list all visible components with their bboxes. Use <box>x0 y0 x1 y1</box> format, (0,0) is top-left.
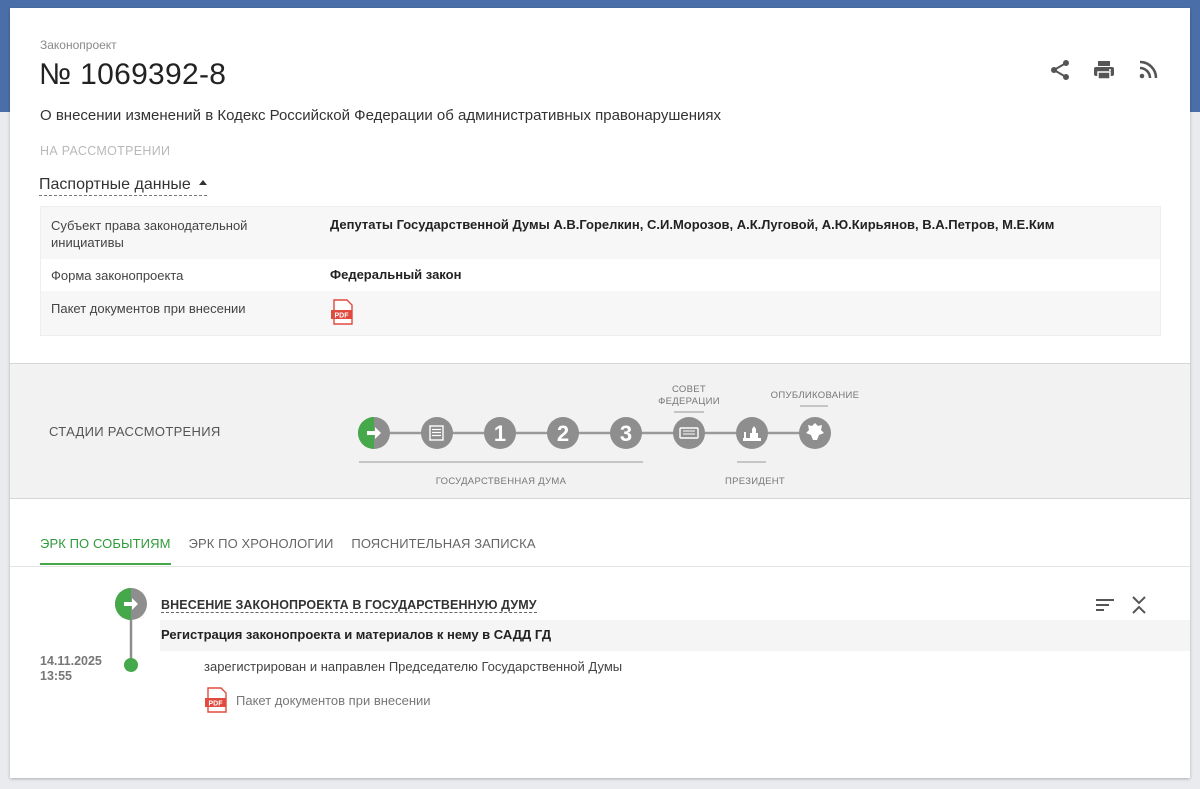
pdf-icon[interactable]: PDF <box>330 299 356 325</box>
stage-first-reading[interactable]: 1 <box>484 417 516 449</box>
svg-text:1: 1 <box>494 421 506 446</box>
event-doc-link[interactable]: PDF Пакет документов при внесении <box>204 687 431 713</box>
caret-up-icon <box>198 180 207 186</box>
passport-row-form: Форма законопроекта Федеральный закон <box>41 259 1160 291</box>
stages-panel: СТАДИИ РАССМОТРЕНИЯ 1 2 3 ГОСУДАРСТВЕННА… <box>10 363 1190 499</box>
tabs-divider <box>10 566 1190 567</box>
event-dot <box>124 658 138 672</box>
share-icon[interactable] <box>1048 58 1072 82</box>
bill-card: Законопроект № 1069392-8 О внесении изме… <box>10 8 1190 778</box>
event-text: зарегистрирован и направлен Председателю… <box>204 659 623 674</box>
stage-second-reading[interactable]: 2 <box>547 417 579 449</box>
president-label: ПРЕЗИДЕНТ <box>725 476 785 487</box>
event-tools <box>1094 594 1150 616</box>
publish-label: ОПУБЛИКОВАНИЕ <box>771 390 860 401</box>
event-time: 13:55 <box>40 669 72 683</box>
stage-federation-council[interactable] <box>673 417 705 449</box>
event-datetime: 14.11.2025 13:55 <box>40 654 102 684</box>
stage-president[interactable] <box>736 417 768 449</box>
bill-number: № 1069392-8 <box>39 58 227 91</box>
collapse-icon[interactable] <box>1128 594 1150 616</box>
event-doc-label: Пакет документов при внесении <box>236 692 431 708</box>
event-subtitle: Регистрация законопроекта и материалов к… <box>161 627 552 642</box>
sovfed-label-line2: ФЕДЕРАЦИИ <box>658 396 720 407</box>
stage-publication[interactable] <box>799 417 831 449</box>
svg-text:2: 2 <box>557 421 569 446</box>
passport-table: Субъект права законодательной инициативы… <box>40 206 1161 336</box>
tab-events[interactable]: ЭРК ПО СОБЫТИЯМ <box>40 536 171 565</box>
passport-row-subject: Субъект права законодательной инициативы… <box>41 207 1160 259</box>
passport-value: Федеральный закон <box>330 267 462 282</box>
stage-third-reading[interactable]: 3 <box>610 417 642 449</box>
bill-status: НА РАССМОТРЕНИИ <box>40 144 171 158</box>
passport-toggle-label: Паспортные данные <box>39 176 191 193</box>
tabs-bar: ЭРК ПО СОБЫТИЯМ ЭРК ПО ХРОНОЛОГИИ ПОЯСНИ… <box>40 536 554 565</box>
stages-diagram: 1 2 3 ГОСУДАРСТВЕННАЯ ДУМА СОВЕТ ФЕДЕРАЦ… <box>358 384 860 487</box>
passport-key: Пакет документов при внесении <box>51 301 246 316</box>
sovfed-label-line1: СОВЕТ <box>672 384 706 395</box>
passport-value: Депутаты Государственной Думы А.В.Горелк… <box>330 217 1055 232</box>
tab-chronology[interactable]: ЭРК ПО ХРОНОЛОГИИ <box>189 536 334 565</box>
bill-toolbar <box>1048 58 1160 82</box>
passport-row-docs: Пакет документов при внесении PDF <box>41 291 1160 335</box>
bill-label: Законопроект <box>40 38 117 52</box>
print-icon[interactable] <box>1092 58 1116 82</box>
passport-key: Субъект права законодательной инициативы <box>51 218 248 250</box>
event-timeline <box>115 588 147 672</box>
bill-title: О внесении изменений в Кодекс Российской… <box>40 107 722 124</box>
event-title[interactable]: ВНЕСЕНИЕ ЗАКОНОПРОЕКТА В ГОСУДАРСТВЕННУЮ… <box>161 598 537 613</box>
group-duma-label: ГОСУДАРСТВЕННАЯ ДУМА <box>436 476 567 487</box>
svg-text:3: 3 <box>620 421 632 446</box>
stage-introduced[interactable] <box>358 417 390 449</box>
rss-icon[interactable] <box>1136 58 1160 82</box>
event-date: 14.11.2025 <box>40 654 102 668</box>
pdf-icon-label: PDF <box>335 312 350 319</box>
passport-key: Форма законопроекта <box>51 268 184 283</box>
sort-icon[interactable] <box>1094 594 1116 616</box>
passport-toggle[interactable]: Паспортные данные <box>39 176 207 196</box>
tab-explanatory-note[interactable]: ПОЯСНИТЕЛЬНАЯ ЗАПИСКА <box>351 536 535 565</box>
pdf-icon-label: PDF <box>209 700 224 707</box>
pdf-icon[interactable]: PDF <box>204 687 230 713</box>
stage-committee[interactable] <box>421 417 453 449</box>
